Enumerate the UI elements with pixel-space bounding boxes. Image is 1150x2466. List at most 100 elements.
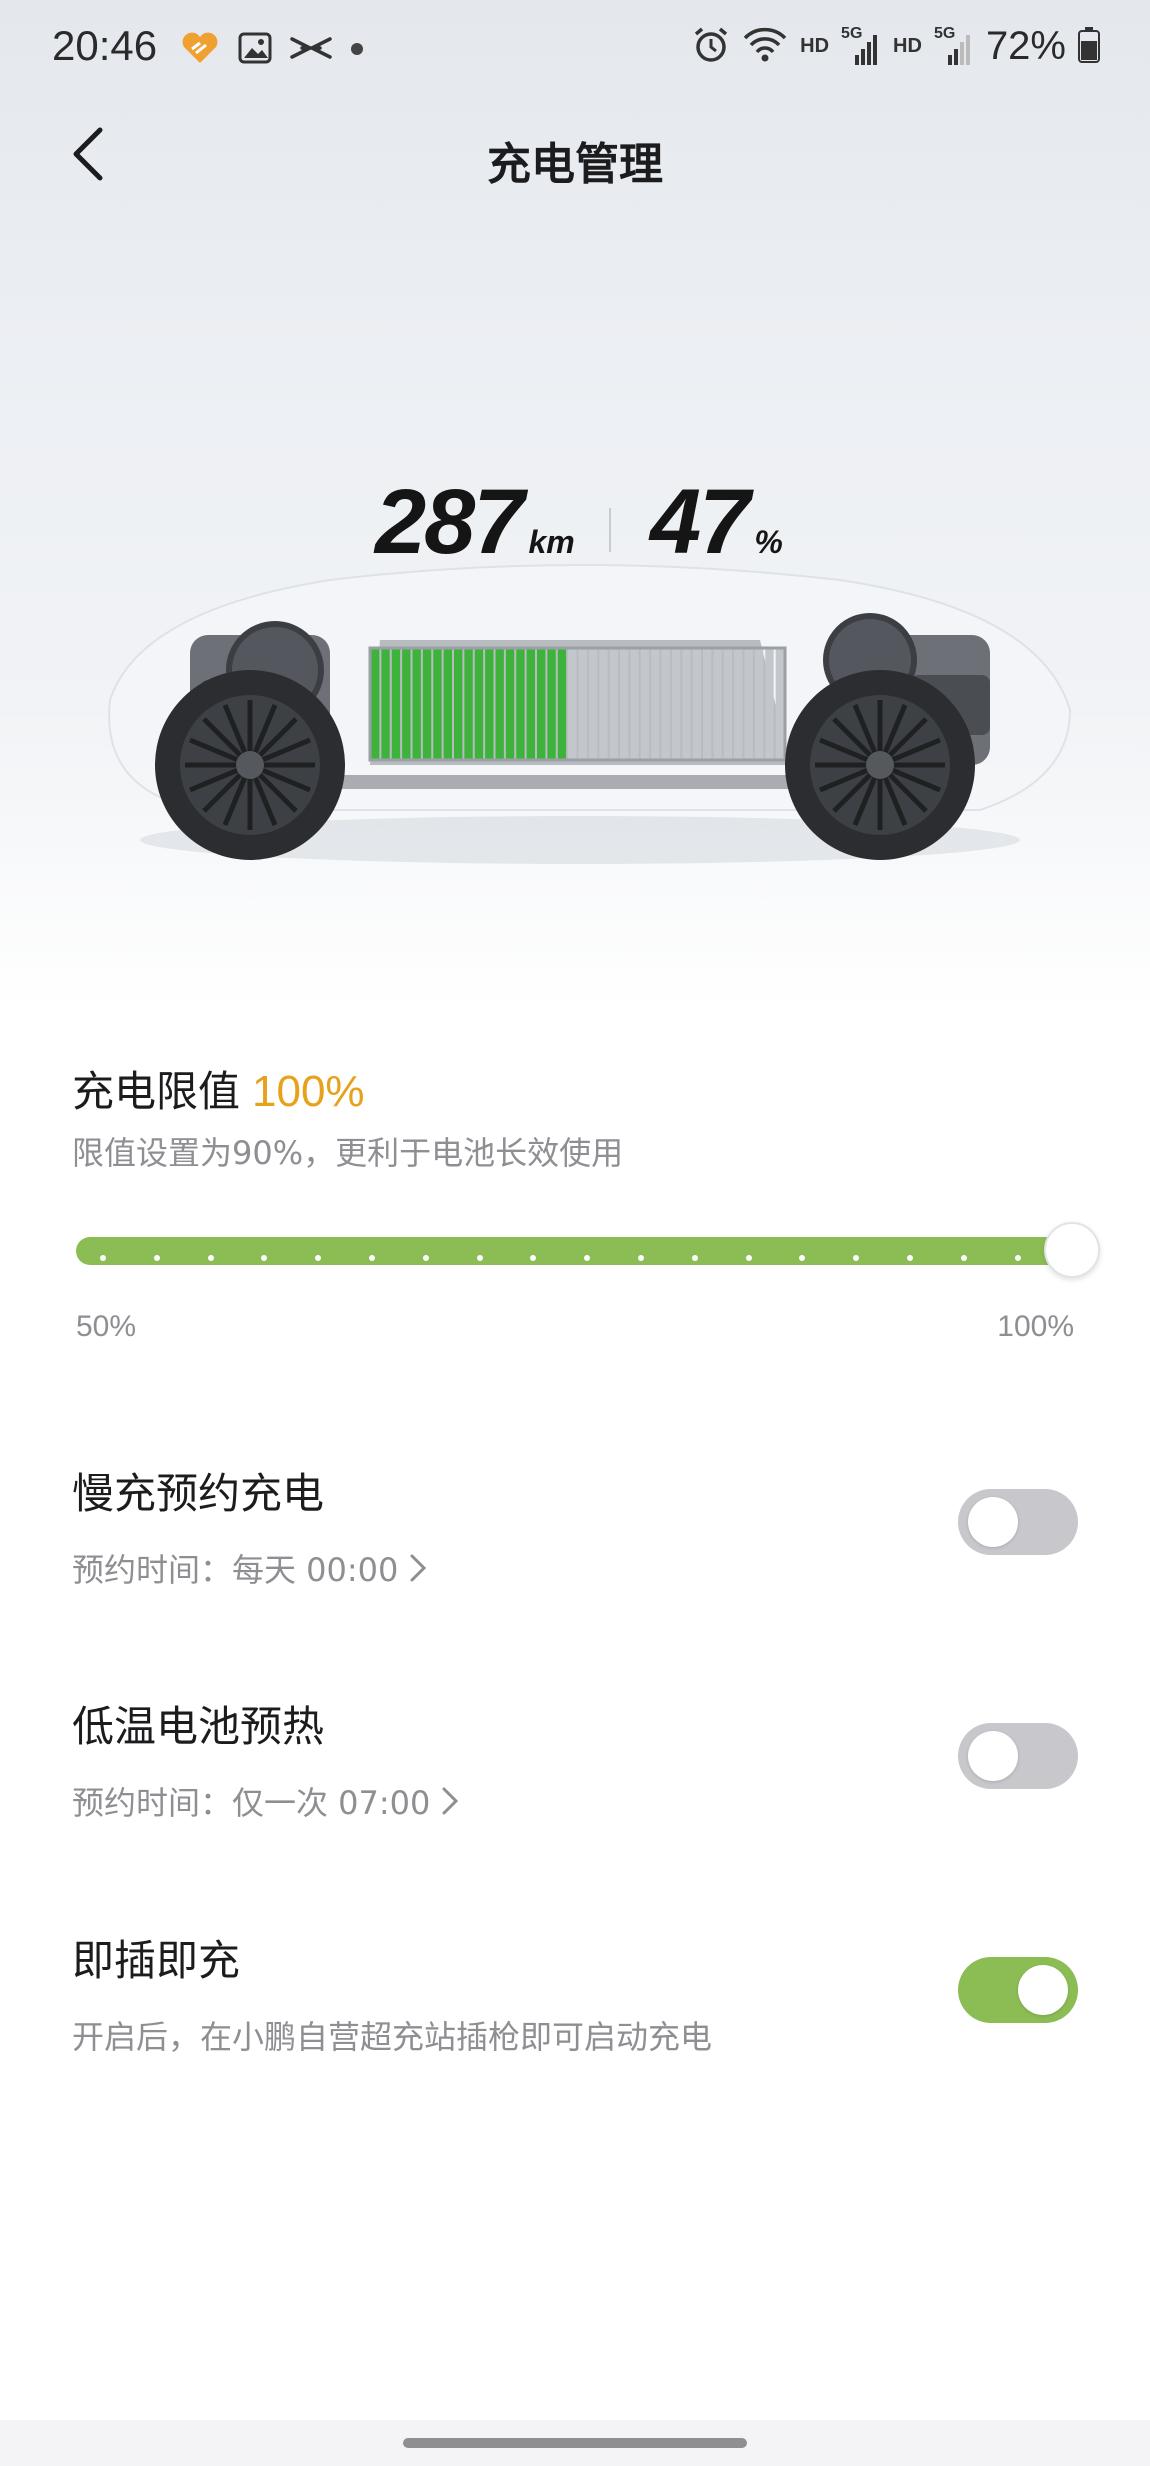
slider-max-label: 100%: [997, 1310, 1074, 1343]
battery-cell-charged: [474, 648, 484, 760]
alarm-icon: [692, 26, 730, 68]
status-right-icons: HD 5G HD 5G 72%: [692, 24, 1100, 69]
battery-cell-empty: [661, 648, 670, 760]
hd-indicator: HD: [893, 35, 922, 57]
battery-cell-charged: [485, 648, 494, 760]
slider-step-dot: [691, 1255, 698, 1261]
battery-cell-empty: [568, 648, 577, 760]
dot-icon: [350, 41, 364, 60]
hd-indicator: HD: [800, 35, 830, 57]
slider-step-dot: [960, 1255, 967, 1261]
battery-preheat-time[interactable]: 预约时间：仅一次 07:00: [72, 1778, 460, 1824]
slider-step-dot: [530, 1255, 537, 1261]
wifi-icon: [742, 26, 788, 68]
signal-5g-icon: 5G: [841, 25, 881, 67]
charge-limit-slider[interactable]: [76, 1222, 1100, 1278]
scheduled-slow-charge-time-text: 预约时间：每天 00:00: [72, 1551, 399, 1589]
battery-preheat-time-text: 预约时间：仅一次 07:00: [72, 1784, 431, 1822]
signal-5g-icon: 5G: [934, 25, 974, 67]
charge-limit-label: 充电限值: [72, 1067, 241, 1116]
battery-cell-empty: [734, 648, 743, 760]
front-wheel: [155, 670, 345, 860]
battery-cell-charged: [464, 648, 473, 760]
battery-cell-charged: [454, 648, 463, 760]
status-bar: 20:46 HD 5G HD 5G 72%: [0, 0, 1150, 100]
charge-limit-value: 100%: [252, 1067, 365, 1116]
car-chassis-illustration: [80, 540, 1080, 880]
slider-step-dot: [261, 1255, 268, 1261]
plug-and-charge-description: 开启后，在小鹏自营超充站插枪即可启动充电: [72, 2012, 712, 2058]
slider-step-dot: [422, 1255, 429, 1261]
battery-cell-empty: [609, 648, 618, 760]
battery-cell-charged: [422, 648, 432, 760]
gallery-icon: [238, 32, 272, 68]
page-title: 充电管理: [487, 139, 663, 190]
status-time: 20:46: [52, 22, 158, 69]
scheduled-slow-charge-toggle[interactable]: [958, 1489, 1078, 1555]
battery-cell-empty: [651, 648, 660, 760]
plug-and-charge-toggle[interactable]: [958, 1957, 1078, 2023]
slider-step-dot: [369, 1255, 375, 1261]
battery-cell-charged: [505, 648, 515, 760]
slider-step-dot: [853, 1255, 860, 1261]
slider-step-dot: [153, 1255, 160, 1261]
battery-cell-charged: [557, 648, 567, 760]
battery-cell-charged: [433, 648, 442, 760]
battery-cell-empty: [754, 648, 764, 760]
slider-step-dot: [638, 1255, 644, 1261]
battery-cell-empty: [744, 648, 753, 760]
battery-cell-empty: [775, 648, 784, 760]
scheduled-slow-charge-title: 慢充预约充电: [72, 1469, 325, 1518]
battery-cell-empty: [713, 648, 722, 760]
battery-cell-empty: [671, 648, 681, 760]
battery-cell-charged: [371, 648, 380, 760]
scheduled-slow-charge-time[interactable]: 预约时间：每天 00:00: [72, 1545, 428, 1591]
battery-cell-empty: [599, 648, 608, 760]
toggle-knob: [1018, 1965, 1068, 2015]
battery-cell-charged: [381, 648, 390, 760]
battery-preheat-toggle[interactable]: [958, 1723, 1078, 1789]
battery-cell-empty: [620, 648, 629, 760]
battery-cell-charged: [495, 648, 504, 760]
chevron-right-icon: [408, 1552, 428, 1584]
plug-and-charge-title: 即插即充: [72, 1936, 241, 1985]
slider-step-dot: [799, 1255, 806, 1261]
slider-step-dot: [907, 1255, 913, 1261]
slider-min-label: 50%: [76, 1310, 137, 1343]
rear-wheel: [785, 670, 975, 860]
slider-step-dot: [584, 1255, 591, 1261]
battery-cell-empty: [765, 648, 774, 760]
battery-cell-charged: [537, 648, 546, 760]
xpeng-logo-icon: [290, 35, 332, 65]
home-indicator[interactable]: [403, 2438, 747, 2448]
charge-limit-heading: 充电限值 100%: [72, 1058, 365, 1119]
heart-app-icon: [180, 31, 220, 69]
battery-preheat-title: 低温电池预热: [72, 1702, 325, 1751]
battery-icon: [1078, 26, 1100, 67]
battery-cell-charged: [443, 648, 452, 760]
battery-cell-empty: [682, 648, 691, 760]
chevron-right-icon: [440, 1785, 460, 1817]
slider-step-dot: [1014, 1255, 1021, 1261]
battery-cell-charged: [402, 648, 411, 760]
charge-limit-description: 限值设置为90%，更利于电池长效使用: [72, 1134, 624, 1172]
battery-cell-empty: [703, 648, 712, 760]
battery-cell-empty: [723, 648, 733, 760]
battery-cell-empty: [692, 648, 701, 760]
slider-step-dot: [207, 1255, 214, 1261]
status-left-icons: [180, 30, 364, 70]
battery-cell-empty: [630, 648, 639, 760]
battery-cell-charged: [412, 648, 421, 760]
battery-cell-charged: [547, 648, 556, 760]
toggle-knob: [968, 1497, 1018, 1547]
battery-cell-charged: [391, 648, 401, 760]
slider-thumb[interactable]: [1044, 1222, 1100, 1278]
toggle-knob: [968, 1731, 1018, 1781]
battery-cell-empty: [588, 648, 598, 760]
slider-step-dot: [315, 1255, 322, 1261]
battery-cell-empty: [640, 648, 650, 760]
slider-track[interactable]: [76, 1237, 1076, 1265]
battery-cell-empty: [578, 648, 587, 760]
plug-and-charge-description-text: 开启后，在小鹏自营超充站插枪即可启动充电: [72, 2018, 713, 2056]
battery-cell-charged: [516, 648, 525, 760]
